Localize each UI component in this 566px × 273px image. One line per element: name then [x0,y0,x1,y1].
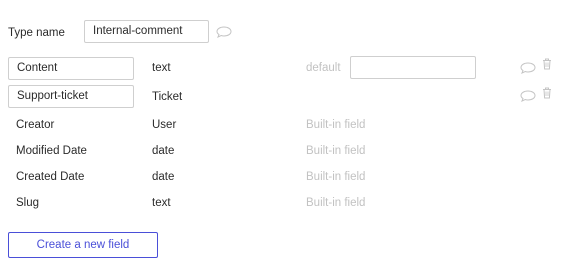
type-name-input[interactable]: Internal-comment [84,20,209,43]
default-label: default [306,62,341,74]
builtin-field-type: User [152,119,177,131]
builtin-field-name: Slug [16,197,40,209]
builtin-field-name: Modified Date [16,145,87,157]
builtin-field-type: date [152,145,175,157]
field-type-support-ticket[interactable]: Ticket [152,90,182,104]
type-name-label: Type name [8,27,65,39]
builtin-field-type: text [152,197,171,209]
builtin-field-note: Built-in field [306,171,366,183]
create-new-field-button[interactable]: Create a new field [8,232,158,258]
builtin-field-name: Creator [16,119,55,131]
default-value-input[interactable] [350,56,476,79]
speech-bubble-icon[interactable] [216,26,232,38]
field-type-content[interactable]: text [152,61,171,75]
trash-icon[interactable] [542,87,552,99]
builtin-field-name: Created Date [16,171,85,183]
builtin-field-note: Built-in field [306,145,366,157]
field-name-input-support-ticket[interactable]: Support-ticket [8,85,134,108]
builtin-field-note: Built-in field [306,197,366,209]
speech-bubble-icon[interactable] [520,62,536,74]
field-name-input-content[interactable]: Content [8,57,134,80]
speech-bubble-icon[interactable] [520,90,536,102]
trash-icon[interactable] [542,58,552,70]
builtin-field-note: Built-in field [306,119,366,131]
builtin-field-type: date [152,171,175,183]
